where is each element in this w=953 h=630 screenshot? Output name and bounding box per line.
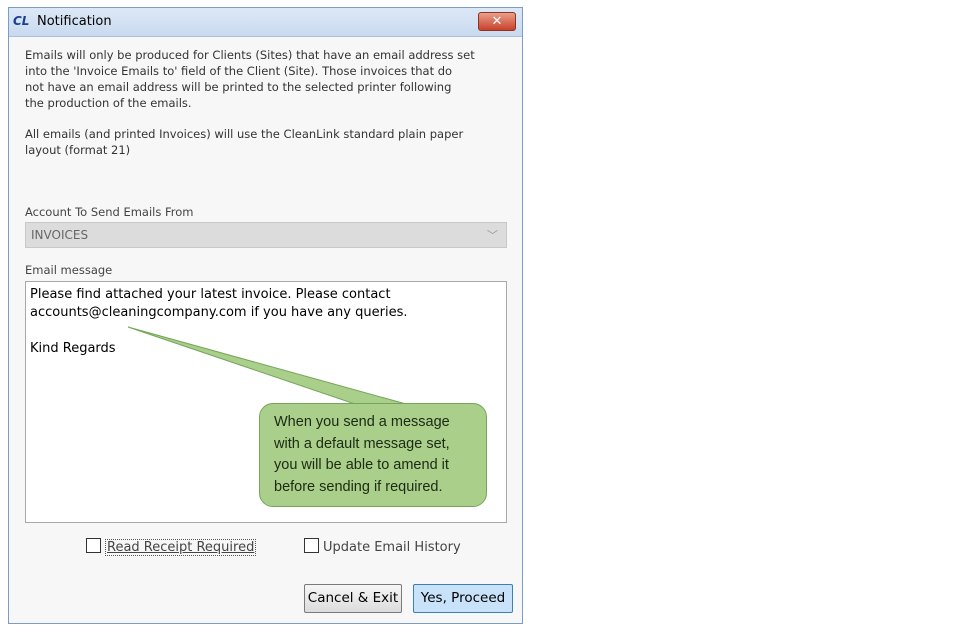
callout-note: When you send a message with a default m… (259, 403, 487, 507)
callout-pointer (127, 326, 407, 405)
